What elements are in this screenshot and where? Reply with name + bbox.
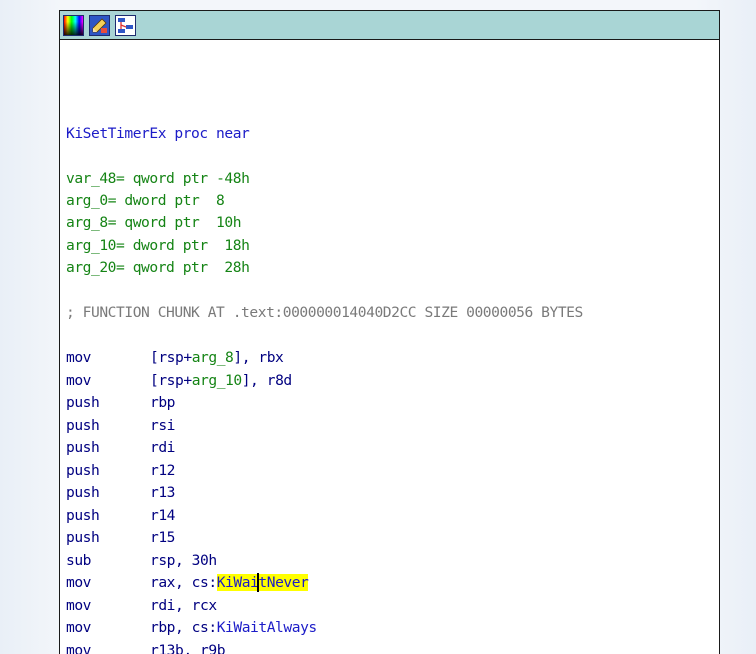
- operand: rdi: [150, 439, 176, 456]
- graph-view-canvas[interactable]: KiSetTimerEx proc near var_48= qword ptr…: [0, 0, 756, 654]
- mnemonic[interactable]: push: [66, 392, 150, 414]
- stack-var-line[interactable]: arg_20= qword ptr 28h: [66, 257, 250, 279]
- mnemonic[interactable]: push: [66, 415, 150, 437]
- node-title-bar[interactable]: [60, 11, 719, 40]
- operand: [rsp+: [150, 349, 192, 366]
- instruction-line[interactable]: push rsi: [66, 415, 175, 437]
- operand: r13b, r9b: [150, 642, 226, 654]
- instruction-line[interactable]: push r13: [66, 482, 175, 504]
- stack-var-line[interactable]: arg_8= qword ptr 10h: [66, 212, 242, 234]
- operand: r13: [150, 484, 176, 501]
- instruction-line[interactable]: mov [rsp+arg_10], r8d: [66, 370, 292, 392]
- mnemonic[interactable]: mov: [66, 370, 150, 392]
- operand: ], rbx: [233, 349, 284, 366]
- disassembly-listing[interactable]: KiSetTimerEx proc near var_48= qword ptr…: [66, 40, 719, 654]
- mnemonic[interactable]: mov: [66, 617, 150, 639]
- rename-icon[interactable]: [89, 14, 110, 36]
- mnemonic[interactable]: push: [66, 437, 150, 459]
- stack-var-line[interactable]: arg_0= dword ptr 8: [66, 190, 225, 212]
- instruction-line[interactable]: push r14: [66, 505, 175, 527]
- mnemonic[interactable]: sub: [66, 550, 150, 572]
- text-cursor: [257, 572, 260, 592]
- stack-var-name[interactable]: var_48: [66, 170, 116, 187]
- instruction-line[interactable]: mov rax, cs:KiWaitNever: [66, 572, 309, 594]
- stack-var-def: = qword ptr -48h: [116, 170, 250, 187]
- mnemonic[interactable]: push: [66, 505, 150, 527]
- operand-var[interactable]: arg_10: [192, 372, 242, 389]
- operand: rdi, rcx: [150, 597, 217, 614]
- operand: r14: [150, 507, 176, 524]
- stack-var-def: = dword ptr 18h: [116, 237, 250, 254]
- mnemonic[interactable]: push: [66, 460, 150, 482]
- operand: rbp: [150, 394, 176, 411]
- instruction-line[interactable]: mov r13b, r9b: [66, 640, 225, 654]
- operand: rax, cs:: [150, 574, 217, 591]
- stack-var-line[interactable]: arg_10= dword ptr 18h: [66, 235, 250, 257]
- symbol-part: KiWai: [216, 574, 259, 591]
- node-color-icon[interactable]: [63, 14, 84, 36]
- stack-var-name[interactable]: arg_10: [66, 237, 116, 254]
- instruction-line[interactable]: sub rsp, 30h: [66, 550, 217, 572]
- operand: ], r8d: [241, 372, 292, 389]
- instruction-line[interactable]: push r15: [66, 527, 175, 549]
- operand-var[interactable]: arg_8: [192, 349, 234, 366]
- stack-var-def: = qword ptr 10h: [107, 214, 242, 231]
- mnemonic[interactable]: mov: [66, 347, 150, 369]
- instruction-line[interactable]: mov [rsp+arg_8], rbx: [66, 347, 284, 369]
- operand: rsp, 30h: [150, 552, 217, 569]
- operand: rbp, cs:: [150, 619, 217, 636]
- function-chunk-comment: ; FUNCTION CHUNK AT .text:000000014040D2…: [66, 304, 583, 321]
- mnemonic[interactable]: push: [66, 482, 150, 504]
- operand: [rsp+: [150, 372, 192, 389]
- instruction-line[interactable]: push rbp: [66, 392, 175, 414]
- stack-var-line[interactable]: var_48= qword ptr -48h: [66, 168, 250, 190]
- mnemonic[interactable]: push: [66, 527, 150, 549]
- operand: r15: [150, 529, 176, 546]
- symbol-name[interactable]: KiWaitAlways: [217, 619, 317, 636]
- stack-var-name[interactable]: arg_0: [66, 192, 108, 209]
- highlighted-symbol[interactable]: KiWaitNever: [216, 572, 309, 592]
- mnemonic[interactable]: mov: [66, 640, 150, 654]
- operand: rsi: [150, 417, 176, 434]
- stack-var-name[interactable]: arg_8: [66, 214, 108, 231]
- symbol-part: tNever: [258, 574, 309, 591]
- disassembly-node[interactable]: KiSetTimerEx proc near var_48= qword ptr…: [59, 10, 720, 654]
- instruction-line[interactable]: mov rbp, cs:KiWaitAlways: [66, 617, 317, 639]
- proc-header[interactable]: KiSetTimerEx proc near: [66, 123, 250, 145]
- instruction-line[interactable]: mov rdi, rcx: [66, 595, 217, 617]
- graph-overview-icon[interactable]: [115, 14, 136, 36]
- mnemonic[interactable]: mov: [66, 595, 150, 617]
- instruction-line[interactable]: push rdi: [66, 437, 175, 459]
- stack-var-name[interactable]: arg_20: [66, 259, 116, 276]
- stack-var-def: = qword ptr 28h: [116, 259, 250, 276]
- instruction-line[interactable]: push r12: [66, 460, 175, 482]
- mnemonic[interactable]: mov: [66, 572, 150, 594]
- operand: r12: [150, 462, 176, 479]
- stack-var-def: = dword ptr 8: [107, 192, 225, 209]
